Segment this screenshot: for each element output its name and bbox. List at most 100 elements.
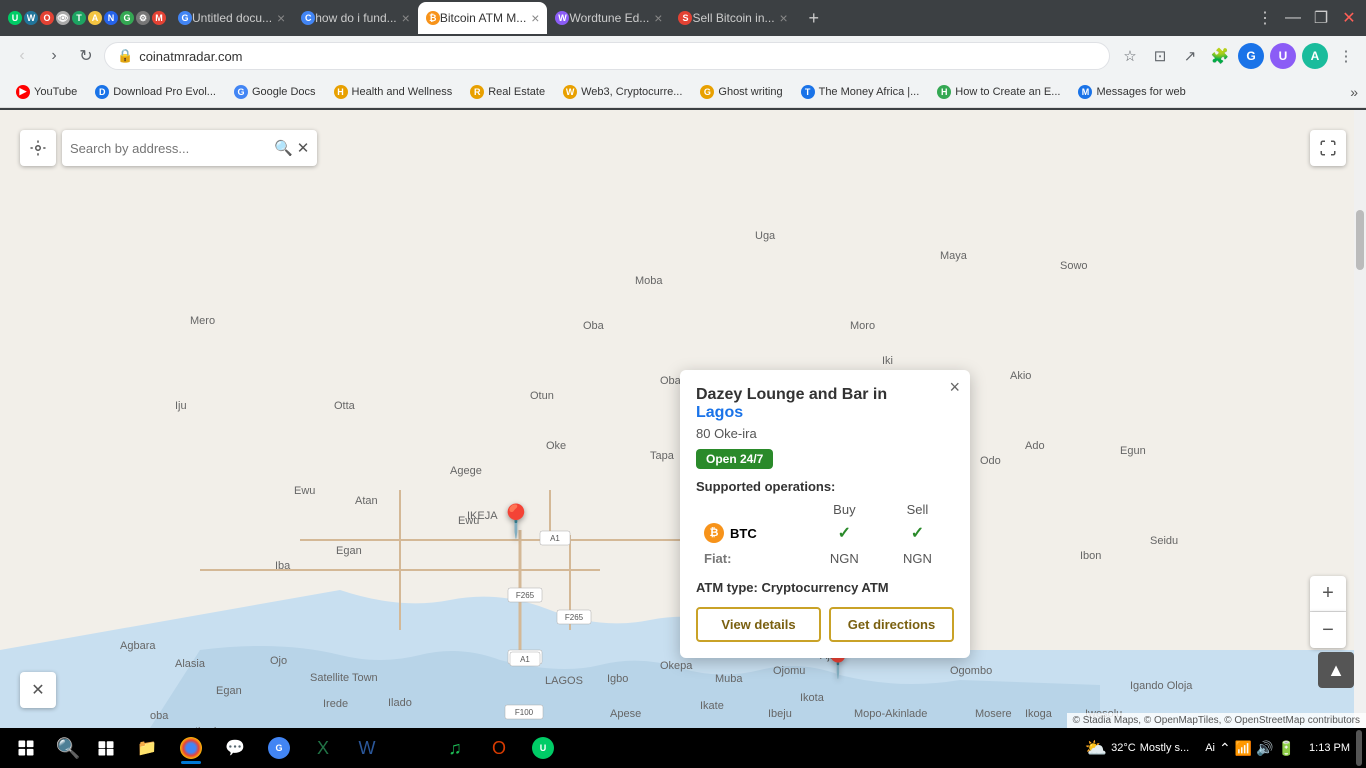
map-settings-button[interactable]: ✕ xyxy=(20,672,56,708)
ops-col-currency xyxy=(696,500,808,519)
bookmark-money-africa[interactable]: T The Money Africa |... xyxy=(793,80,928,104)
locate-button[interactable] xyxy=(20,130,56,166)
tab-sell-bitcoin[interactable]: S Sell Bitcoin in... × xyxy=(670,2,795,34)
back-button[interactable]: ‹ xyxy=(8,42,36,70)
chevron-up-icon[interactable]: ⌃ xyxy=(1219,740,1231,757)
taskbar-excel[interactable]: X xyxy=(302,730,344,766)
bookmark-icon[interactable]: ☆ xyxy=(1118,44,1142,68)
address-text: coinatmradar.com xyxy=(139,49,1097,64)
search-input[interactable] xyxy=(70,141,270,156)
forward-button[interactable]: › xyxy=(40,42,68,70)
weather-icon: ⛅ xyxy=(1085,738,1107,759)
tab-bitcoin-atm[interactable]: ₿ Bitcoin ATM M... × xyxy=(418,2,548,34)
bookmark-health[interactable]: H Health and Wellness xyxy=(326,80,461,104)
share-icon[interactable]: ↗ xyxy=(1178,44,1202,68)
get-directions-button[interactable]: Get directions xyxy=(829,607,954,642)
tab-list-button[interactable]: ⋮ xyxy=(1252,5,1278,31)
address-bar[interactable]: 🔒 coinatmradar.com xyxy=(104,42,1110,70)
refresh-button[interactable]: ↻ xyxy=(72,42,100,70)
taskbar-whatsapp[interactable]: 💬 xyxy=(214,730,256,766)
ext-icon-3[interactable]: O xyxy=(40,11,54,25)
search-button[interactable]: 🔍 xyxy=(274,139,293,157)
bookmark-label-messages: Messages for web xyxy=(1096,86,1185,98)
bookmark-download[interactable]: D Download Pro Evol... xyxy=(87,80,224,104)
taskbar-onedrive[interactable]: ☁ xyxy=(390,730,432,766)
ext-icon-10[interactable]: M xyxy=(152,11,166,25)
taskbar-word[interactable]: W xyxy=(346,730,388,766)
taskbar-file-explorer[interactable]: 📁 xyxy=(126,730,168,766)
menu-icon[interactable]: ⋮ xyxy=(1334,44,1358,68)
popup-title-text: Dazey Lounge and Bar in xyxy=(696,386,887,403)
atm-type-value: Cryptocurrency ATM xyxy=(761,580,888,595)
popup-close-button[interactable]: × xyxy=(949,378,960,396)
tab-close-2[interactable]: × xyxy=(402,10,410,26)
ext-icon-2[interactable]: W xyxy=(24,11,38,25)
view-details-button[interactable]: View details xyxy=(696,607,821,642)
task-view-button[interactable] xyxy=(88,730,124,766)
close-button[interactable]: ✕ xyxy=(1336,5,1362,31)
tab-close-3[interactable]: × xyxy=(531,10,539,26)
extensions-icon[interactable]: 🧩 xyxy=(1208,44,1232,68)
map-marker-primary[interactable]: 📍 xyxy=(496,502,536,540)
minimize-button[interactable]: — xyxy=(1280,5,1306,31)
bookmark-label-web3: Web3, Cryptocurre... xyxy=(581,86,682,98)
tab-favicon-5: S xyxy=(678,11,692,25)
tab-wordtune[interactable]: W Wordtune Ed... × xyxy=(547,2,670,34)
google-account-icon[interactable]: G xyxy=(1238,43,1264,69)
tab-howdoi[interactable]: C how do i fund... × xyxy=(293,2,418,34)
tab-favicon-2: C xyxy=(301,11,315,25)
battery-icon[interactable]: 🔋 xyxy=(1278,740,1295,757)
avatar-icon[interactable]: A xyxy=(1302,43,1328,69)
volume-icon[interactable]: 🔊 xyxy=(1256,740,1273,757)
ext-icon-5[interactable]: T xyxy=(72,11,86,25)
ai-label[interactable]: Ai xyxy=(1205,742,1215,754)
tab-close-4[interactable]: × xyxy=(654,10,662,26)
bookmark-youtube[interactable]: ▶ YouTube xyxy=(8,80,85,104)
new-tab-button[interactable]: + xyxy=(800,4,828,32)
ext-icon-6[interactable]: A xyxy=(88,11,102,25)
bookmark-favicon-gdocs: G xyxy=(234,85,248,99)
tab-close-1[interactable]: × xyxy=(277,10,285,26)
start-button[interactable] xyxy=(4,730,48,766)
bookmark-messages[interactable]: M Messages for web xyxy=(1070,80,1193,104)
taskbar-time-value: 1:13 PM xyxy=(1309,742,1350,754)
tab-close-5[interactable]: × xyxy=(780,10,788,26)
taskbar-clock[interactable]: 1:13 PM xyxy=(1305,742,1354,754)
profile-icon[interactable]: U xyxy=(1270,43,1296,69)
show-desktop-button[interactable] xyxy=(1356,730,1362,766)
zoom-out-button[interactable]: − xyxy=(1310,612,1346,648)
search-clear-button[interactable]: ✕ xyxy=(297,139,310,157)
screen-capture-icon[interactable]: ⊡ xyxy=(1148,44,1172,68)
map-scrollbar[interactable] xyxy=(1354,110,1366,728)
network-icon[interactable]: 📶 xyxy=(1235,740,1252,757)
taskbar-spotify[interactable]: ♫ xyxy=(434,730,476,766)
fullscreen-button[interactable] xyxy=(1310,130,1346,166)
bookmark-ghostwriting[interactable]: G Ghost writing xyxy=(692,80,790,104)
taskbar-office[interactable]: O xyxy=(478,730,520,766)
ext-icon-1[interactable]: U xyxy=(8,11,22,25)
chrome-icon xyxy=(180,737,202,759)
ext-icon-7[interactable]: N xyxy=(104,11,118,25)
popup-title-link[interactable]: Lagos xyxy=(696,404,743,421)
svg-text:F265: F265 xyxy=(516,591,535,600)
ext-icon-4[interactable]: 👁 xyxy=(56,11,70,25)
tab-untitled[interactable]: G Untitled docu... × xyxy=(170,2,293,34)
taskbar-chrome[interactable] xyxy=(170,730,212,766)
taskbar-photo[interactable]: 🖼 xyxy=(566,730,608,766)
bookmarks-more[interactable]: » xyxy=(1350,84,1358,100)
map-container[interactable]: A1 F265 F265 F265 F100 A1 UgaMayaSowoMob… xyxy=(0,110,1366,728)
taskbar-weather[interactable]: ⛅ 32°C Mostly s... xyxy=(1079,738,1196,759)
bookmark-web3[interactable]: W Web3, Cryptocurre... xyxy=(555,80,690,104)
taskbar: 🔍 📁 💬 G X W ☁ ♫ O U 🖼 ⛅ 32°C Mostly s...… xyxy=(0,728,1366,768)
ext-icon-9[interactable]: ⚙ xyxy=(136,11,150,25)
bookmark-gdocs[interactable]: G Google Docs xyxy=(226,80,324,104)
bookmark-how-create[interactable]: H How to Create an E... xyxy=(929,80,1068,104)
back-to-top-button[interactable]: ▲ xyxy=(1318,652,1354,688)
ext-icon-8[interactable]: G xyxy=(120,11,134,25)
taskbar-green-app[interactable]: U xyxy=(522,730,564,766)
search-taskbar-button[interactable]: 🔍 xyxy=(50,730,86,766)
taskbar-google[interactable]: G xyxy=(258,730,300,766)
zoom-in-button[interactable]: + xyxy=(1310,576,1346,612)
bookmark-realestate[interactable]: R Real Estate xyxy=(462,80,553,104)
maximize-button[interactable]: ❐ xyxy=(1308,5,1334,31)
